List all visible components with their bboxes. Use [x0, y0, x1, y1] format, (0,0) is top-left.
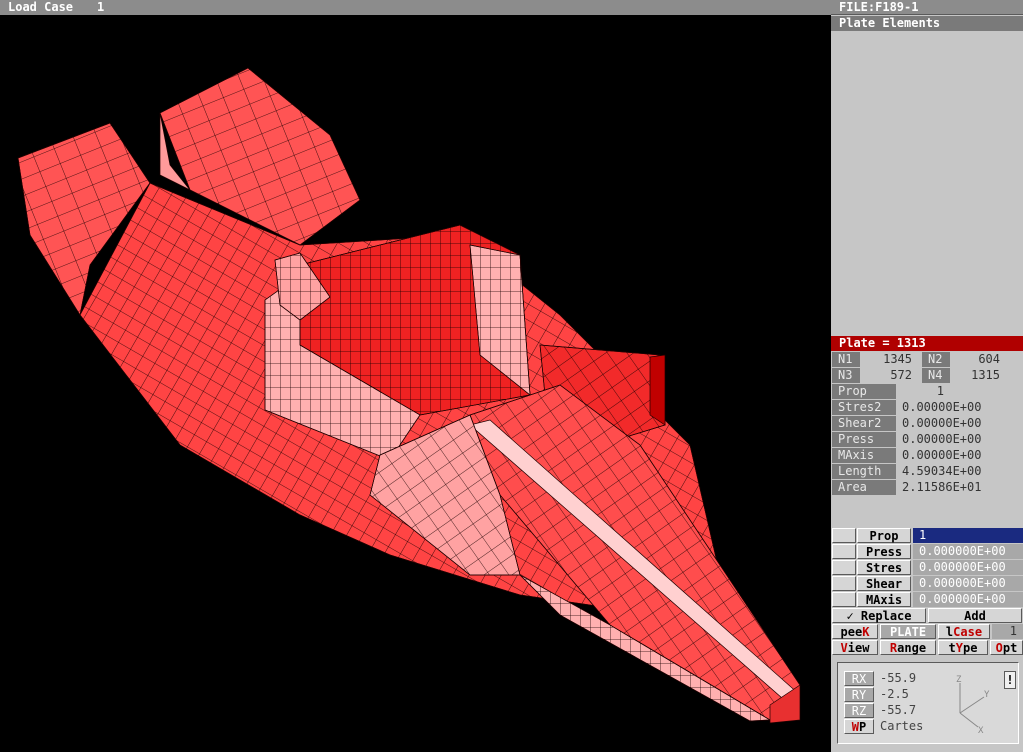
file-header: FILE:F189-1	[831, 0, 1023, 15]
plate-mesh[interactable]	[17, 67, 801, 724]
axis-z-label: Z	[956, 675, 962, 685]
wp-button[interactable]: WP	[844, 719, 874, 734]
prop-value: 2.11586E+01	[902, 480, 982, 494]
prop-value: 0.00000E+00	[902, 400, 982, 414]
prop-label: Prop	[832, 384, 896, 399]
rz-button[interactable]: RZ	[844, 703, 874, 718]
press-select-box[interactable]	[832, 544, 856, 559]
load-case-value: 1	[97, 0, 105, 14]
prop-row: Prop 1	[832, 384, 1022, 399]
prop-edit-field[interactable]: 1	[913, 528, 1023, 543]
lcase-value: 1	[992, 624, 1023, 639]
prop-label: MAxis	[832, 448, 896, 463]
shear-select-box[interactable]	[832, 576, 856, 591]
prop-value: 0.00000E+00	[902, 448, 982, 462]
axis-y-label: Y	[984, 690, 990, 700]
node-value: 1315	[971, 368, 1000, 382]
prop-select-box[interactable]	[832, 528, 856, 543]
prop-label: Shear2	[832, 416, 896, 431]
options-button[interactable]: Opt	[990, 640, 1023, 655]
stres-edit-field[interactable]: 0.000000E+00	[913, 560, 1023, 575]
load-case-label: Load Case	[8, 0, 74, 14]
plate-button[interactable]: PLATE	[880, 624, 936, 639]
ry-button[interactable]: RY	[844, 687, 874, 702]
prop-value: 0.00000E+00	[902, 432, 982, 446]
view-button[interactable]: View	[832, 640, 878, 655]
stres-edit-button[interactable]: Stres	[857, 560, 911, 575]
node-row-1: N1 1345 N2 604	[832, 352, 1022, 367]
load-case-bar: Load Case 1	[0, 0, 831, 15]
model-viewport[interactable]	[0, 15, 831, 752]
axis-triad-icon: Z Y X	[956, 675, 990, 733]
pin-icon[interactable]: !	[1004, 671, 1016, 689]
prop-row: Stres2 0.00000E+00	[832, 400, 1022, 415]
stres-select-box[interactable]	[832, 560, 856, 575]
peek-button[interactable]: peeK	[832, 624, 878, 639]
replace-button[interactable]: ✓ Replace	[832, 608, 926, 623]
prop-label: Length	[832, 464, 896, 479]
prop-row: MAxis 0.00000E+00	[832, 448, 1022, 463]
press-edit-button[interactable]: Press	[857, 544, 911, 559]
rx-button[interactable]: RX	[844, 671, 874, 686]
prop-value: 0.00000E+00	[902, 416, 982, 430]
maxis-edit-button[interactable]: MAxis	[857, 592, 911, 607]
prop-label: Area	[832, 480, 896, 495]
shear-edit-field[interactable]: 0.000000E+00	[913, 576, 1023, 591]
shear-edit-button[interactable]: Shear	[857, 576, 911, 591]
range-button[interactable]: Range	[880, 640, 936, 655]
node-row-2: N3 572 N4 1315	[832, 368, 1022, 383]
type-button[interactable]: tYpe	[938, 640, 988, 655]
coord-system-value: Cartes	[880, 719, 924, 733]
prop-edit-button[interactable]: Prop	[857, 528, 911, 543]
ry-value: -2.5	[880, 687, 909, 701]
lcase-button[interactable]: lCase	[938, 624, 990, 639]
prop-value: 1	[936, 384, 944, 398]
maxis-edit-field[interactable]: 0.000000E+00	[913, 592, 1023, 607]
axis-x-label: X	[978, 726, 984, 733]
prop-value: 4.59034E+00	[902, 464, 982, 478]
plate-id-header: Plate = 1313	[831, 336, 1023, 351]
node-label: N3	[832, 368, 860, 383]
node-label: N1	[832, 352, 860, 367]
rotation-box: RX -55.9 RY -2.5 RZ -55.7 WP Cartes Z Y …	[837, 662, 1019, 744]
prop-row: Press 0.00000E+00	[832, 432, 1022, 447]
prop-label: Stres2	[832, 400, 896, 415]
prop-row: Length 4.59034E+00	[832, 464, 1022, 479]
add-button[interactable]: Add	[928, 608, 1022, 623]
press-edit-field[interactable]: 0.000000E+00	[913, 544, 1023, 559]
prop-row: Area 2.11586E+01	[832, 480, 1022, 495]
properties-panel: FILE:F189-1 Plate Elements Plate = 1313 …	[831, 0, 1023, 752]
maxis-select-box[interactable]	[832, 592, 856, 607]
prop-label: Press	[832, 432, 896, 447]
node-value: 572	[890, 368, 912, 382]
rz-value: -55.7	[880, 703, 917, 717]
node-label: N2	[922, 352, 950, 367]
rx-value: -55.9	[880, 671, 917, 685]
node-value: 1345	[883, 352, 912, 366]
node-value: 604	[978, 352, 1000, 366]
node-label: N4	[922, 368, 950, 383]
prop-row: Shear2 0.00000E+00	[832, 416, 1022, 431]
element-type-header: Plate Elements	[831, 16, 1023, 31]
